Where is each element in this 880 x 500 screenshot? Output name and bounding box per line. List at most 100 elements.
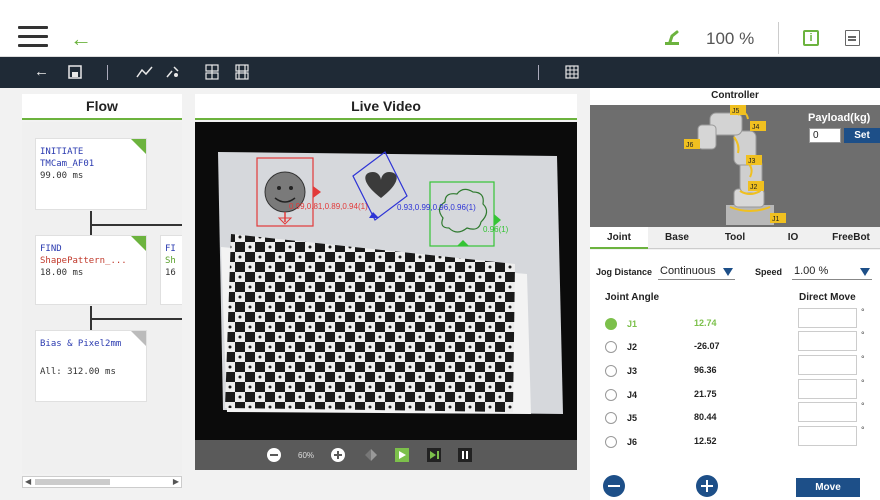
overlay-score-blue: 0.93,0.99,0.96,0.96(1) [397,203,476,212]
jog-distance-label: Jog Distance [596,267,653,277]
tab-tool[interactable]: Tool [706,227,764,249]
node-type: FI [165,244,176,254]
save-icon[interactable] [68,65,82,79]
vision-grid-icon[interactable] [235,64,249,80]
degree-unit: ° [861,378,865,388]
speed-label: Speed [755,267,783,277]
speed-value: 1.00 % [794,265,829,277]
zoom-level: 60% [298,451,315,460]
joint-row-j3: J3 96.36 ° [605,354,875,381]
direct-move-input[interactable] [798,308,857,328]
joint-radio[interactable] [605,412,617,424]
joint-radio[interactable] [605,389,617,401]
robot-arm-icon[interactable] [663,28,681,46]
tab-freebot[interactable]: FreeBot [822,227,880,249]
scroll-right-icon[interactable]: ▶ [173,477,179,487]
node-name: Bias & Pixel2mm [40,339,122,349]
node-name: Sh [165,256,176,266]
flow-node-find[interactable]: FIND ShapePattern_... 18.00 ms [35,235,147,305]
jog-distance-select[interactable]: Continuous [658,264,735,280]
controller-tabs: Joint Base Tool IO FreeBot [590,227,880,249]
scroll-left-icon[interactable]: ◀ [25,477,31,487]
table-icon[interactable] [565,65,579,79]
direct-move-input[interactable] [798,402,857,422]
joint-row-j6: J6 12.52 ° [605,425,875,452]
overlay-score-red: 0.99,0.81,0.89,0.94(1) [289,202,368,211]
flow-node-initiate[interactable]: INITIATE TMCam_AF01 99.00 ms [35,138,147,210]
dropdown-arrow-icon [860,268,870,276]
payload-set-button[interactable]: Set [844,128,880,143]
degree-unit: ° [861,401,865,411]
trajectory-icon[interactable] [136,65,154,79]
scroll-thumb[interactable] [35,479,110,485]
joint-value: 12.52 [694,436,717,446]
joint-radio[interactable] [605,436,617,448]
jog-minus-button[interactable] [603,475,625,497]
joint-label: J5 [732,108,740,115]
video-controls: 60% [195,440,577,470]
node-time: 18.00 ms [40,268,84,278]
joint-row-j5: J5 80.44 ° [605,401,875,428]
speed-select[interactable]: 1.00 % [792,264,872,280]
joint-radio[interactable] [605,341,617,353]
jog-distance-value: Continuous [660,265,716,277]
node-name: TMCam_AF01 [40,159,95,169]
node-corner [131,236,146,251]
degree-unit: ° [861,425,865,435]
menu-icon[interactable] [18,26,48,48]
payload-label: Payload(kg) [808,112,871,124]
direct-move-input[interactable] [798,331,857,351]
node-time: All: 312.00 ms [40,367,116,377]
divider [538,65,539,80]
back-arrow-icon[interactable]: ← [70,26,92,52]
flow-header: Flow [22,94,182,120]
direct-move-input[interactable] [798,379,857,399]
jog-plus-button[interactable] [696,475,718,497]
flow-node-find-2[interactable]: FI Sh 16 [160,235,182,305]
info-icon[interactable]: i [803,30,819,46]
zoom-out-icon[interactable] [267,448,281,462]
joint-row-j2: J2 -26.07 ° [605,330,875,357]
tab-joint[interactable]: Joint [590,227,648,249]
dropdown-arrow-icon [723,268,733,276]
flow-node-bias[interactable]: Bias & Pixel2mm All: 312.00 ms [35,330,147,402]
live-video-frame: 0.99,0.81,0.89,0.94(1) 0.93,0.99,0.96,0.… [195,122,577,440]
joint-name: J1 [627,319,638,329]
joint-value: -26.07 [694,341,720,351]
document-icon[interactable] [845,30,860,46]
step-play-icon[interactable] [427,448,441,462]
joint-radio[interactable] [605,318,617,330]
zoom-in-icon[interactable] [331,448,345,462]
direct-move-input[interactable] [798,426,857,446]
editor-toolbar: ← [0,57,880,88]
node-name: ShapePattern_... [40,256,127,266]
back-icon[interactable]: ← [34,63,49,81]
camera-image: 0.99,0.81,0.89,0.94(1) 0.93,0.99,0.96,0.… [218,151,563,414]
top-bar: ← 100 % i [0,0,880,57]
pause-icon[interactable] [458,448,472,462]
joint-value: 80.44 [694,412,717,422]
payload-input[interactable]: 0 [809,128,841,143]
direct-move-input[interactable] [798,355,857,375]
joint-label: J6 [686,142,694,149]
node-time: 99.00 ms [40,171,84,181]
node-time: 16 [165,268,176,278]
overlay-score-green: 0.96(1) [483,225,509,234]
camera-grid-icon[interactable] [205,64,219,80]
joint-radio[interactable] [605,365,617,377]
tab-io[interactable]: IO [764,227,822,249]
flow-scrollbar[interactable]: ◀ ▶ [22,476,182,488]
brightness-icon[interactable] [365,449,377,461]
joint-name: J4 [627,390,638,400]
point-icon[interactable] [165,65,181,79]
tab-base[interactable]: Base [648,227,706,249]
connector-line [90,224,182,226]
joint-label: J4 [752,124,760,131]
direct-move-label: Direct Move [799,292,856,303]
move-button[interactable]: Move [796,478,860,497]
joint-label: J2 [750,184,758,191]
controller-header: Controller [590,88,880,105]
play-icon[interactable] [395,448,409,462]
node-corner [131,331,146,346]
flow-canvas[interactable]: INITIATE TMCam_AF01 99.00 ms FIND ShapeP… [22,122,182,474]
